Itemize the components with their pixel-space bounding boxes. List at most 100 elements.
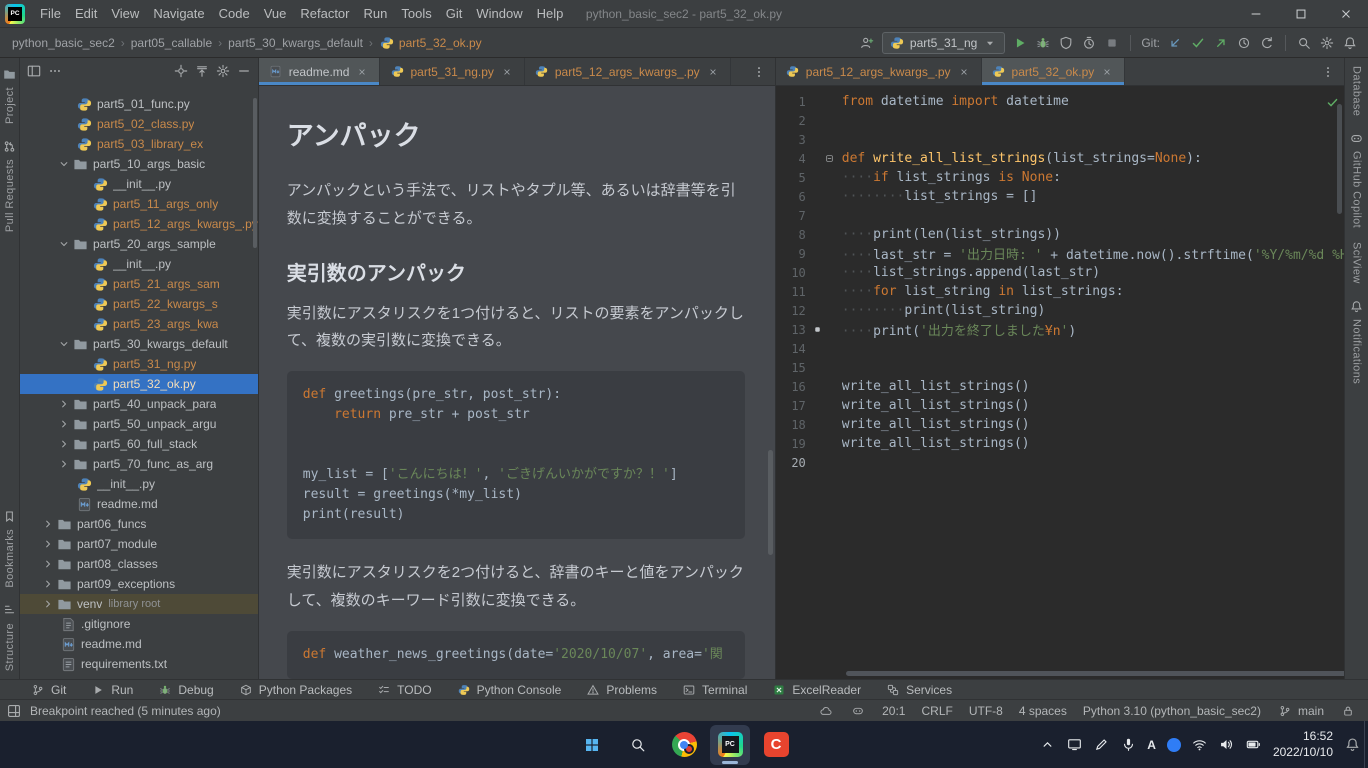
taskbar-clock[interactable]: 16:522022/10/10 — [1273, 729, 1333, 760]
editor-line[interactable]: 14 — [776, 339, 1344, 358]
code-editor[interactable]: 1from datetime import datetime234def wri… — [776, 86, 1344, 679]
tree-item-part5-21-args-sam[interactable]: part5_21_args_sam — [20, 274, 258, 294]
tree-item--gitignore[interactable]: .gitignore — [20, 614, 258, 634]
tree-item-part5-23-args-kwa[interactable]: part5_23_args_kwa — [20, 314, 258, 334]
collapse-all-icon[interactable] — [194, 63, 210, 79]
python-interpreter[interactable]: Python 3.10 (python_basic_sec2) — [1083, 704, 1261, 718]
tree-item-venv[interactable]: venvlibrary root — [20, 594, 258, 614]
editor-line[interactable]: 11····for list_string in list_strings: — [776, 282, 1344, 301]
tool-button-structure[interactable]: Structure — [2, 602, 18, 671]
editor-line[interactable]: 4def write_all_list_strings(list_strings… — [776, 149, 1344, 168]
line-number[interactable]: 10 — [776, 266, 806, 280]
tree-item-part5-20-args-sample[interactable]: part5_20_args_sample — [20, 234, 258, 254]
line-number[interactable]: 20 — [776, 456, 806, 470]
editor-line[interactable]: 19write_all_list_strings() — [776, 434, 1344, 453]
view-options-icon[interactable] — [47, 63, 63, 79]
tree-item-requirements-txt[interactable]: requirements.txt — [20, 654, 258, 674]
tree-item-part5-50-unpack-argu[interactable]: part5_50_unpack_argu — [20, 414, 258, 434]
line-number[interactable]: 11 — [776, 285, 806, 299]
tree-item-part5-22-kwargs-s[interactable]: part5_22_kwargs_s — [20, 294, 258, 314]
battery-icon[interactable] — [1246, 737, 1262, 753]
line-number[interactable]: 19 — [776, 437, 806, 451]
tree-item-readme-md[interactable]: readme.md — [20, 634, 258, 654]
line-number[interactable]: 13 — [776, 323, 806, 337]
excelreader-toolwindow-button[interactable]: ExcelReader — [771, 682, 861, 698]
project-tree[interactable]: part5_01_func.pypart5_02_class.pypart5_0… — [20, 84, 258, 679]
notifications-button[interactable] — [1342, 35, 1358, 51]
breadcrumb-item[interactable]: part05_callable — [129, 36, 214, 50]
tree-item-part5-40-unpack-para[interactable]: part5_40_unpack_para — [20, 394, 258, 414]
breadcrumb-item[interactable]: part5_32_ok.py — [377, 35, 484, 51]
menu-navigate[interactable]: Navigate — [146, 0, 211, 27]
tree-item-part5-03-library-ex[interactable]: part5_03_library_ex — [20, 134, 258, 154]
editor-line[interactable]: 6········list_strings = [] — [776, 187, 1344, 206]
run-toolwindow-button[interactable]: Run — [90, 682, 133, 698]
tree-item-part5-30-kwargs-default[interactable]: part5_30_kwargs_default — [20, 334, 258, 354]
line-number[interactable]: 17 — [776, 399, 806, 413]
blue-dot-icon[interactable] — [1167, 738, 1181, 752]
tab-close-button[interactable] — [1099, 64, 1115, 80]
run-button[interactable] — [1012, 35, 1028, 51]
run-configuration-select[interactable]: part5_31_ng — [882, 32, 1005, 54]
push-button[interactable] — [1213, 35, 1229, 51]
taskbar-search-button[interactable] — [618, 725, 658, 765]
chrome-app[interactable] — [664, 725, 704, 765]
tree-item--init-py[interactable]: __init__.py — [20, 254, 258, 274]
chevron-down-icon[interactable] — [56, 156, 72, 172]
tool-button-database[interactable]: Database — [1351, 66, 1363, 116]
tree-item-part5-31-ng-py[interactable]: part5_31_ng.py — [20, 354, 258, 374]
tab-part5-31-ng-py[interactable]: part5_31_ng.py — [380, 58, 524, 85]
indent-style[interactable]: 4 spaces — [1019, 704, 1067, 718]
file-encoding[interactable]: UTF-8 — [969, 704, 1003, 718]
tab-close-button[interactable] — [499, 64, 515, 80]
tab-close-button[interactable] — [956, 64, 972, 80]
tree-item-part5-02-class-py[interactable]: part5_02_class.py — [20, 114, 258, 134]
tree-item-readme-md[interactable]: readme.md — [20, 494, 258, 514]
tab-readme-md[interactable]: readme.md — [259, 58, 381, 85]
menu-vue[interactable]: Vue — [257, 0, 294, 27]
history-button[interactable] — [1236, 35, 1252, 51]
copilot-status-icon[interactable] — [850, 703, 866, 719]
chevron-right-icon[interactable] — [56, 416, 72, 432]
chevron-right-icon[interactable] — [40, 576, 56, 592]
tab-close-button[interactable] — [705, 64, 721, 80]
profiler-button[interactable] — [1081, 35, 1097, 51]
line-number[interactable]: 3 — [776, 133, 806, 147]
line-number[interactable]: 16 — [776, 380, 806, 394]
pycharm-app[interactable]: PC — [710, 725, 750, 765]
line-number[interactable]: 4 — [776, 152, 806, 166]
line-separator[interactable]: CRLF — [921, 704, 952, 718]
horizontal-scrollbar-thumb[interactable] — [846, 671, 1344, 676]
line-number[interactable]: 14 — [776, 342, 806, 356]
chevron-right-icon[interactable] — [56, 456, 72, 472]
menu-file[interactable]: File — [33, 0, 68, 27]
editor-line[interactable]: 12········print(list_string) — [776, 301, 1344, 320]
tree-item-part5-10-args-basic[interactable]: part5_10_args_basic — [20, 154, 258, 174]
scrollbar-thumb[interactable] — [253, 98, 257, 248]
tree-item-part08-classes[interactable]: part08_classes — [20, 554, 258, 574]
python-console-toolwindow-button[interactable]: Python Console — [456, 682, 562, 698]
editor-line[interactable]: 1from datetime import datetime — [776, 92, 1344, 111]
python-packages-toolwindow-button[interactable]: Python Packages — [238, 682, 352, 698]
notification-center-button[interactable] — [1344, 737, 1360, 753]
lock-status[interactable] — [1340, 703, 1356, 719]
line-number[interactable]: 12 — [776, 304, 806, 318]
monitor-icon[interactable] — [1066, 737, 1082, 753]
tab-part5-12-args-kwargs-py[interactable]: part5_12_args_kwargs_.py — [525, 58, 731, 85]
coverage-button[interactable] — [1058, 35, 1074, 51]
todo-toolwindow-button[interactable]: TODO — [376, 682, 431, 698]
stop-button[interactable] — [1104, 35, 1120, 51]
tool-windows-icon[interactable] — [6, 703, 22, 719]
tab-part5-32-ok-py[interactable]: part5_32_ok.py — [982, 58, 1126, 85]
maximize-button[interactable] — [1278, 0, 1323, 27]
tool-button-sciview[interactable]: SciView — [1351, 242, 1363, 284]
debug-toolwindow-button[interactable]: Debug — [157, 682, 213, 698]
terminal-toolwindow-button[interactable]: Terminal — [681, 682, 747, 698]
editor-line[interactable]: 7 — [776, 206, 1344, 225]
tool-button-notifications[interactable]: Notifications — [1349, 298, 1365, 384]
tool-button-pull-requests[interactable]: Pull Requests — [2, 138, 18, 232]
debug-button[interactable] — [1035, 35, 1051, 51]
minimize-button[interactable] — [1233, 0, 1278, 27]
ime-mode-icon[interactable]: A — [1147, 738, 1156, 752]
commit-button[interactable] — [1190, 35, 1206, 51]
